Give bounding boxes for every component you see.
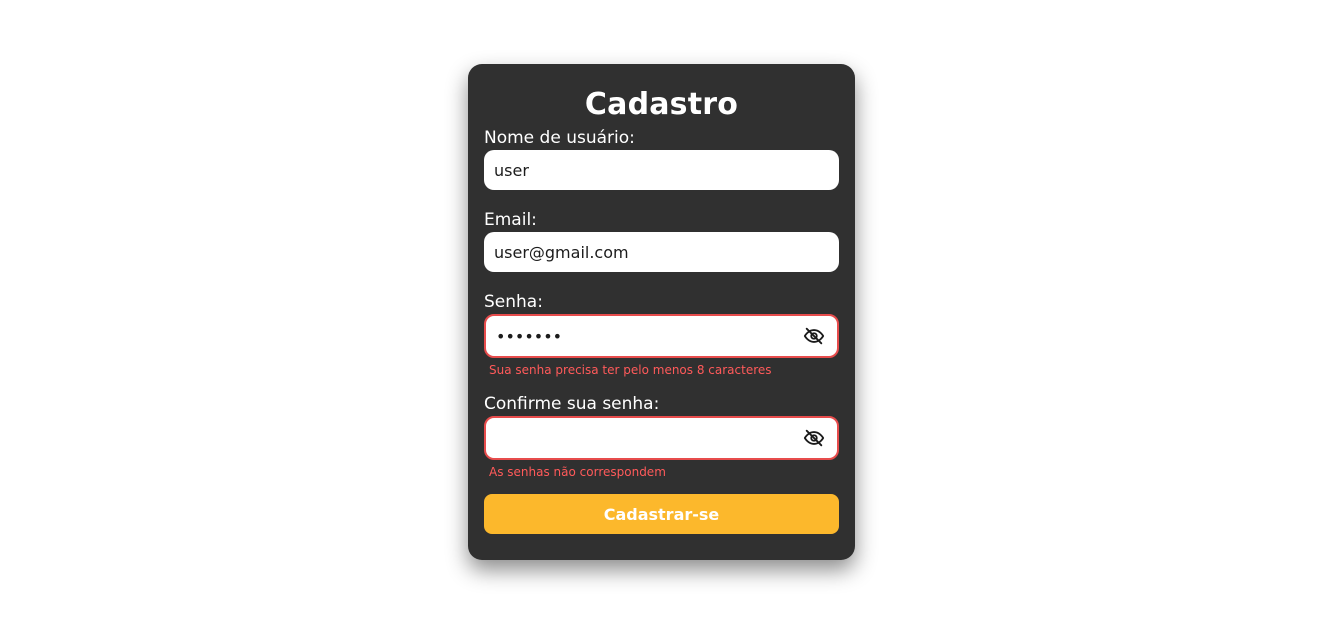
password-input[interactable]	[496, 316, 791, 356]
email-field	[484, 232, 839, 272]
confirm-password-error-message: As senhas não correspondem	[489, 465, 666, 479]
eye-off-icon[interactable]	[803, 427, 825, 449]
password-group: Senha: Sua senha precisa ter pelo menos …	[484, 290, 839, 377]
username-field	[484, 150, 839, 190]
password-label: Senha:	[484, 292, 543, 312]
username-label: Nome de usuário:	[484, 128, 635, 148]
confirm-password-field	[484, 416, 839, 460]
signup-card: Cadastro Nome de usuário: Email: Senha: …	[468, 64, 855, 560]
signup-button[interactable]: Cadastrar-se	[484, 494, 839, 534]
confirm-password-label: Confirme sua senha:	[484, 394, 660, 414]
email-label: Email:	[484, 210, 537, 230]
email-group: Email:	[484, 208, 839, 272]
password-field	[484, 314, 839, 358]
eye-off-icon[interactable]	[803, 325, 825, 347]
username-input[interactable]	[494, 150, 793, 190]
confirm-password-group: Confirme sua senha: As senhas não corres…	[484, 392, 839, 479]
page-title: Cadastro	[584, 87, 739, 122]
confirm-password-input[interactable]	[496, 418, 791, 458]
username-group: Nome de usuário:	[484, 126, 839, 190]
email-input[interactable]	[494, 232, 793, 272]
password-error-message: Sua senha precisa ter pelo menos 8 carac…	[489, 363, 772, 377]
